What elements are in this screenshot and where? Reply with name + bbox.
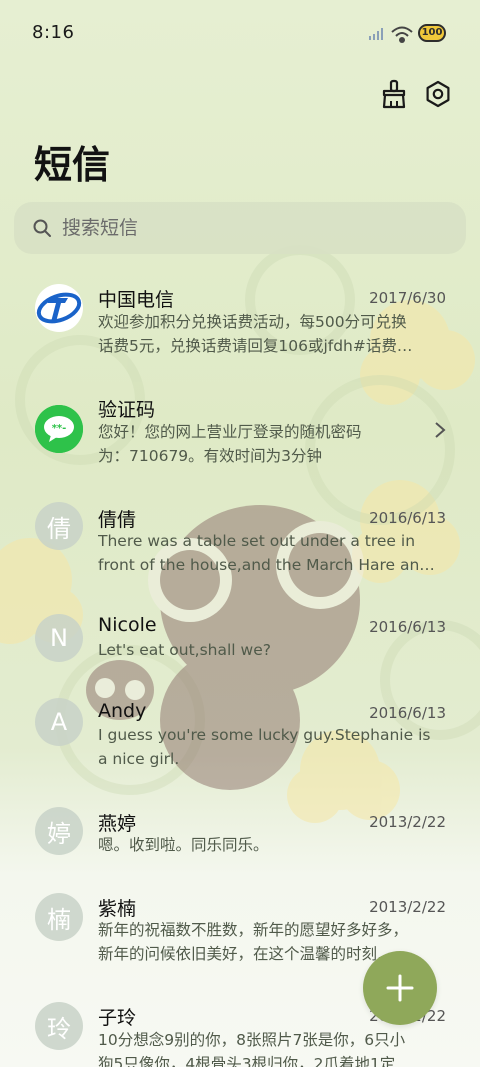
message-preview: 欢迎参加积分兑换话费活动，每500分可兑换 话费5元，兑换话费请回复106或jfd… <box>98 313 413 355</box>
avatar: 倩 <box>35 502 83 550</box>
plus-icon <box>386 974 414 1002</box>
chevron-right-icon <box>435 422 446 438</box>
message-date: 2016/6/13 <box>369 704 446 722</box>
conversation-item[interactable]: 中国电信 2017/6/30 欢迎参加积分兑换话费活动，每500分可兑换 话费5元… <box>0 280 480 380</box>
message-date: 2016/6/13 <box>369 509 446 527</box>
search-bar[interactable] <box>14 202 466 254</box>
message-preview: There was a table set out under a tree i… <box>98 532 435 574</box>
sender-name: 验证码 <box>98 399 156 421</box>
conversation-item[interactable]: N Nicole 2016/6/13 Let's eat out,shall w… <box>0 610 480 710</box>
avatar: 玲 <box>35 1002 83 1050</box>
message-preview: I guess you're some lucky guy.Stephanie … <box>98 726 431 768</box>
signal-icon <box>369 28 383 40</box>
message-preview: 10分想念9别的你，8张照片7张是你，6只小 狗5只像你，4根骨头3根归你，2爪着… <box>98 1031 406 1067</box>
message-date: 2016/6/13 <box>369 618 446 636</box>
sender-name: 子玲 <box>98 1007 137 1029</box>
message-date: 2013/2/22 <box>369 898 446 916</box>
page-title: 短信 <box>34 143 111 187</box>
sender-name: 燕婷 <box>98 813 137 835</box>
message-preview: Let's eat out,shall we? <box>98 641 271 659</box>
china-telecom-logo-icon <box>35 284 83 332</box>
svg-text:**-: **- <box>52 423 67 434</box>
message-date: 2017/6/30 <box>369 289 446 307</box>
avatar: A <box>35 698 83 746</box>
search-icon <box>33 219 51 237</box>
search-input[interactable] <box>62 217 442 239</box>
avatar: 楠 <box>35 893 83 941</box>
status-time: 8:16 <box>32 22 75 43</box>
avatar: N <box>35 614 83 662</box>
battery-icon: 100 <box>418 24 446 42</box>
conversation-item[interactable]: A Andy 2016/6/13 I guess you're some luc… <box>0 696 480 796</box>
message-preview: 嗯。收到啦。同乐同乐。 <box>98 836 269 854</box>
wifi-icon <box>391 26 413 43</box>
chat-bubble-icon: **- <box>35 405 83 453</box>
sender-name: 紫楠 <box>98 898 137 920</box>
settings-button[interactable] <box>420 76 456 112</box>
message-date: 2013/2/22 <box>369 813 446 831</box>
sender-name: Andy <box>98 700 147 722</box>
avatar: 婷 <box>35 807 83 855</box>
conversation-item[interactable]: 倩 倩倩 2016/6/13 There was a table set out… <box>0 500 480 600</box>
message-preview: 您好！您的网上营业厅登录的随机密码 为：710679。有效时间为3分钟 <box>98 423 362 465</box>
clean-brush-button[interactable] <box>376 76 412 112</box>
sender-name: Nicole <box>98 614 157 636</box>
sender-name: 中国电信 <box>98 289 175 311</box>
status-bar: 8:16 100 <box>0 0 480 66</box>
gear-icon <box>426 80 450 108</box>
compose-button[interactable] <box>363 951 437 1025</box>
sender-name: 倩倩 <box>98 509 137 531</box>
brush-icon <box>382 79 406 109</box>
conversation-item[interactable]: **- 验证码 您好！您的网上营业厅登录的随机密码 为：710679。有效时间为3… <box>0 390 480 490</box>
